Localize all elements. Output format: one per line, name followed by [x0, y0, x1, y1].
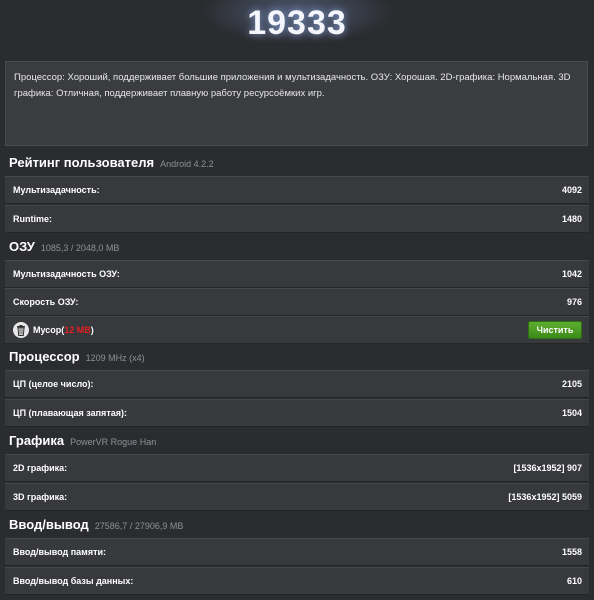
result-row-3d-graphics: 3D графика: [1536x1952] 5059 — [5, 483, 589, 511]
result-row-multitasking: Мультизадачность: 4092 — [5, 176, 589, 204]
row-label: ЦП (целое число): — [13, 379, 94, 389]
row-value: [1536x1952] 907 — [513, 463, 582, 473]
result-row-database-io: Ввод/вывод базы данных: 610 — [5, 567, 589, 595]
row-value: 1558 — [561, 547, 582, 557]
result-row-memory-io: Ввод/вывод памяти: 1558 — [5, 538, 589, 566]
performance-description: Процессор: Хороший, поддерживает большие… — [5, 61, 588, 146]
row-value: 4092 — [561, 185, 582, 195]
junk-label-close: ) — [90, 325, 94, 335]
section-ram: ОЗУ 1085,3 / 2048,0 MB — [9, 239, 119, 259]
result-row-ram-speed: Скорость ОЗУ: 976 — [5, 288, 589, 316]
section-subtitle: 27586,7 / 27906,9 MB — [94, 521, 184, 531]
junk-amount: 12 MB — [64, 325, 91, 335]
result-row-cpu-integer: ЦП (целое число): 2105 — [5, 370, 589, 398]
row-value: 1504 — [561, 408, 582, 418]
row-label: Скорость ОЗУ: — [13, 297, 79, 307]
row-label: Мультизадачность: — [13, 185, 100, 195]
section-title: Процессор — [9, 349, 80, 364]
junk-row: Мусор(12 MB) Чистить — [5, 316, 589, 344]
section-subtitle: 1209 MHz (x4) — [85, 353, 145, 363]
row-value: [1536x1952] 5059 — [508, 492, 582, 502]
result-row-runtime: Runtime: 1480 — [5, 205, 589, 233]
result-row-2d-graphics: 2D графика: [1536x1952] 907 — [5, 454, 589, 482]
clean-button[interactable]: Чистить — [528, 321, 582, 339]
section-subtitle: PowerVR Rogue Han — [70, 437, 157, 447]
result-row-cpu-float: ЦП (плавающая запятая): 1504 — [5, 399, 589, 427]
section-title: Рейтинг пользователя — [9, 155, 155, 170]
section-title: Графика — [9, 433, 65, 448]
total-score: 19333 — [247, 4, 347, 42]
junk-label: Мусор(12 MB) — [33, 325, 94, 335]
row-label: 3D графика: — [13, 492, 68, 502]
section-title: Ввод/вывод — [9, 517, 89, 532]
section-io: Ввод/вывод 27586,7 / 27906,9 MB — [9, 517, 183, 537]
row-value: 976 — [566, 297, 582, 307]
trash-icon — [13, 322, 29, 338]
section-subtitle: Android 4.2.2 — [160, 159, 214, 169]
row-value: 2105 — [561, 379, 582, 389]
row-value: 1042 — [561, 269, 582, 279]
section-cpu: Процессор 1209 MHz (x4) — [9, 349, 145, 369]
section-user-rating: Рейтинг пользователя Android 4.2.2 — [9, 155, 214, 175]
row-value: 1480 — [561, 214, 582, 224]
section-graphics: Графика PowerVR Rogue Han — [9, 433, 156, 453]
row-label: Мультизадачность ОЗУ: — [13, 269, 120, 279]
row-value: 610 — [566, 576, 582, 586]
row-label: Ввод/вывод базы данных: — [13, 576, 134, 586]
row-label: 2D графика: — [13, 463, 68, 473]
row-label: Runtime: — [13, 214, 52, 224]
section-title: ОЗУ — [9, 239, 35, 254]
result-row-ram-multitasking: Мультизадачность ОЗУ: 1042 — [5, 260, 589, 288]
section-subtitle: 1085,3 / 2048,0 MB — [40, 243, 120, 253]
row-label: Ввод/вывод памяти: — [13, 547, 107, 557]
junk-info: Мусор(12 MB) — [13, 322, 94, 338]
junk-label-text: Мусор( — [33, 325, 65, 335]
row-label: ЦП (плавающая запятая): — [13, 408, 127, 418]
